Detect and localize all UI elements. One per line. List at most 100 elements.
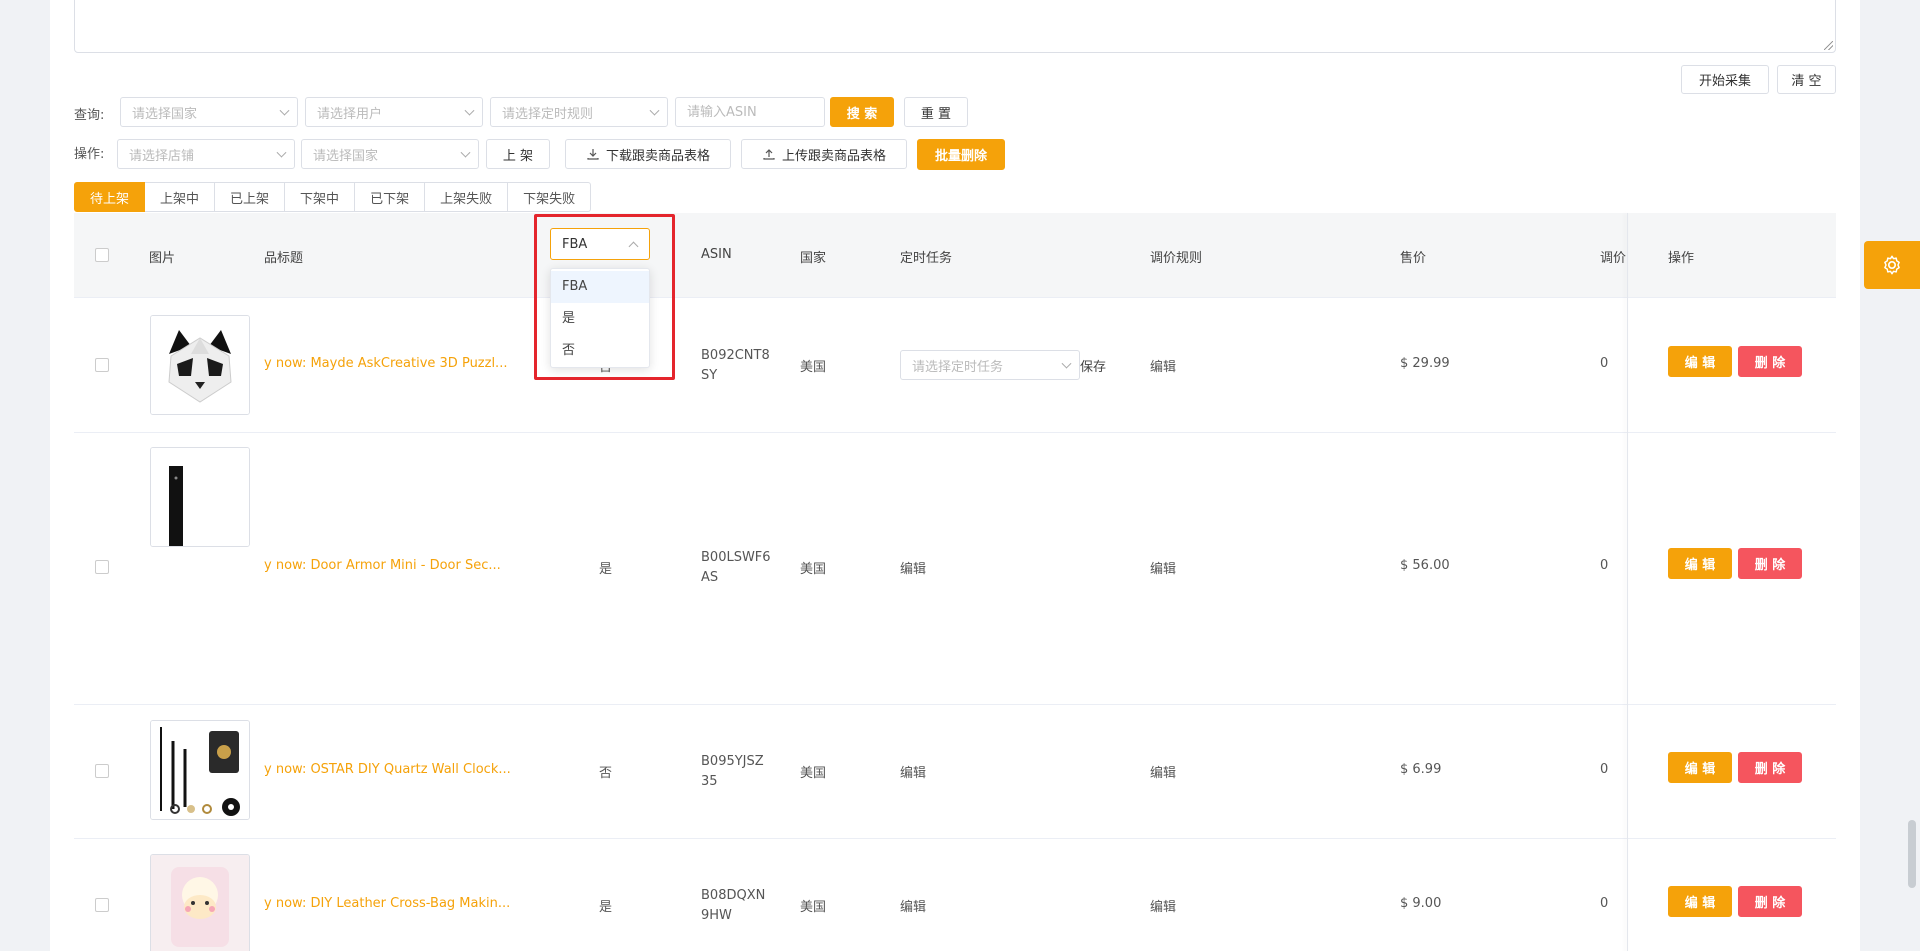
row-checkbox[interactable] xyxy=(95,764,109,778)
scrollbar-thumb[interactable] xyxy=(1908,820,1916,888)
save-link[interactable]: 保存 xyxy=(1080,356,1106,375)
bulk-delete-button[interactable]: 批量删除 xyxy=(917,139,1005,170)
delete-button[interactable]: 删 除 xyxy=(1738,752,1802,783)
product-title-link[interactable]: y now: Door Armor Mini - Door Sec... xyxy=(264,558,501,573)
col-schedule: 定时任务 xyxy=(900,251,953,266)
schedule-select[interactable]: 请选择定时任务 xyxy=(900,350,1080,380)
edit-button[interactable]: 编 辑 xyxy=(1668,346,1732,377)
product-title-link[interactable]: y now: Mayde AskCreative 3D Puzzl... xyxy=(264,356,507,371)
tab-listing[interactable]: 上架中 xyxy=(145,182,216,212)
query-rule-select[interactable]: 请选择定时规则 xyxy=(490,97,668,127)
country-value: 美国 xyxy=(800,562,827,577)
col-adjust: 调价 xyxy=(1600,251,1627,266)
product-image[interactable] xyxy=(150,720,250,820)
price-value: $ 6.99 xyxy=(1400,762,1442,777)
asin-value: B08DQXN9HW xyxy=(701,888,766,923)
pricing-rule-edit-link[interactable]: 编辑 xyxy=(1150,896,1176,915)
select-all-checkbox[interactable] xyxy=(95,248,109,262)
tab-delisting[interactable]: 下架中 xyxy=(285,182,356,212)
asin-search-input[interactable] xyxy=(675,97,825,127)
upload-icon xyxy=(763,149,775,160)
list-button[interactable]: 上 架 xyxy=(486,139,550,169)
clock-kit-image xyxy=(151,721,249,819)
tab-listed[interactable]: 已上架 xyxy=(215,182,286,212)
row-checkbox[interactable] xyxy=(95,898,109,912)
settings-button[interactable] xyxy=(1864,241,1920,289)
price-value: $ 29.99 xyxy=(1400,356,1450,371)
adjust-value: 0 xyxy=(1600,896,1609,911)
edit-button[interactable]: 编 辑 xyxy=(1668,886,1732,917)
country-value: 美国 xyxy=(800,360,827,375)
chevron-down-icon xyxy=(460,147,471,158)
operation-country-select[interactable]: 请选择国家 xyxy=(301,139,479,169)
product-image[interactable] xyxy=(150,315,250,415)
start-collect-button[interactable]: 开始采集 xyxy=(1681,65,1769,94)
fba-value: 是 xyxy=(599,562,613,577)
schedule-edit-link[interactable]: 编辑 xyxy=(900,896,926,915)
col-operations: 操作 xyxy=(1668,251,1695,266)
search-button[interactable]: 搜 索 xyxy=(830,97,894,127)
col-title: 品标题 xyxy=(264,251,304,266)
door-armor-image xyxy=(151,448,249,546)
delete-button[interactable]: 删 除 xyxy=(1738,548,1802,579)
operation-country-placeholder: 请选择国家 xyxy=(313,148,379,164)
tab-pending-listing[interactable]: 待上架 xyxy=(74,182,146,212)
highlight-box xyxy=(534,214,675,380)
col-image: 图片 xyxy=(149,251,176,266)
reset-button[interactable]: 重 置 xyxy=(904,97,968,127)
pricing-rule-edit-link[interactable]: 编辑 xyxy=(1150,762,1176,781)
table-row: y now: Door Armor Mini - Door Sec... 是 B… xyxy=(74,432,1836,705)
table-row: y now: OSTAR DIY Quartz Wall Clock... 否 … xyxy=(74,704,1836,839)
download-table-button[interactable]: 下载跟卖商品表格 xyxy=(565,139,731,169)
table-row: y now: Mayde AskCreative 3D Puzzl... 否 B… xyxy=(74,298,1836,433)
fba-value: 是 xyxy=(599,900,613,915)
col-country: 国家 xyxy=(800,251,827,266)
schedule-edit-link[interactable]: 编辑 xyxy=(900,558,926,577)
asin-textarea[interactable] xyxy=(74,0,1836,53)
chevron-down-icon xyxy=(279,105,290,116)
chevron-down-icon xyxy=(1061,358,1072,369)
pricing-rule-edit-link[interactable]: 编辑 xyxy=(1150,558,1176,577)
download-icon xyxy=(587,149,599,160)
operation-label: 操作: xyxy=(74,147,105,162)
pricing-rule-edit-link[interactable]: 编辑 xyxy=(1150,356,1176,375)
clear-button[interactable]: 清 空 xyxy=(1777,65,1836,94)
query-label: 查询: xyxy=(74,108,105,123)
adjust-value: 0 xyxy=(1600,558,1609,573)
product-image[interactable] xyxy=(150,447,250,547)
upload-table-label: 上传跟卖商品表格 xyxy=(781,148,886,164)
asin-value: B00LSWF6AS xyxy=(701,550,771,585)
download-table-label: 下载跟卖商品表格 xyxy=(605,148,710,164)
query-user-select[interactable]: 请选择用户 xyxy=(305,97,483,127)
edit-button[interactable]: 编 辑 xyxy=(1668,548,1732,579)
chevron-down-icon xyxy=(464,105,475,116)
delete-button[interactable]: 删 除 xyxy=(1738,886,1802,917)
edit-button[interactable]: 编 辑 xyxy=(1668,752,1732,783)
product-title-link[interactable]: y now: DIY Leather Cross-Bag Makin... xyxy=(264,896,510,911)
chevron-down-icon xyxy=(276,147,287,158)
tab-delisted[interactable]: 已下架 xyxy=(355,182,426,212)
table-header: 图片 品标题 ASIN 国家 定时任务 调价规则 售价 调价 操作 xyxy=(74,213,1836,298)
gear-icon xyxy=(1884,255,1900,275)
shop-select[interactable]: 请选择店铺 xyxy=(117,139,295,169)
fixed-column-divider xyxy=(1627,213,1628,951)
upload-table-button[interactable]: 上传跟卖商品表格 xyxy=(741,139,907,169)
product-image[interactable] xyxy=(150,854,250,951)
query-country-select[interactable]: 请选择国家 xyxy=(120,97,298,127)
tab-listing-failed[interactable]: 上架失败 xyxy=(425,182,509,212)
schedule-edit-link[interactable]: 编辑 xyxy=(900,762,926,781)
tab-delisting-failed[interactable]: 下架失败 xyxy=(508,182,592,212)
schedule-placeholder: 请选择定时任务 xyxy=(912,359,1004,375)
table-row: y now: DIY Leather Cross-Bag Makin... 是 … xyxy=(74,838,1836,951)
row-checkbox[interactable] xyxy=(95,560,109,574)
resize-handle[interactable] xyxy=(1824,41,1833,50)
price-value: $ 9.00 xyxy=(1400,896,1442,911)
asin-value: B092CNT8SY xyxy=(701,348,770,383)
delete-button[interactable]: 删 除 xyxy=(1738,346,1802,377)
product-title-link[interactable]: y now: OSTAR DIY Quartz Wall Clock... xyxy=(264,762,511,777)
row-checkbox[interactable] xyxy=(95,358,109,372)
asin-value: B095YJSZ35 xyxy=(701,754,764,789)
price-value: $ 56.00 xyxy=(1400,558,1450,573)
adjust-value: 0 xyxy=(1600,356,1609,371)
shop-placeholder: 请选择店铺 xyxy=(129,148,195,164)
